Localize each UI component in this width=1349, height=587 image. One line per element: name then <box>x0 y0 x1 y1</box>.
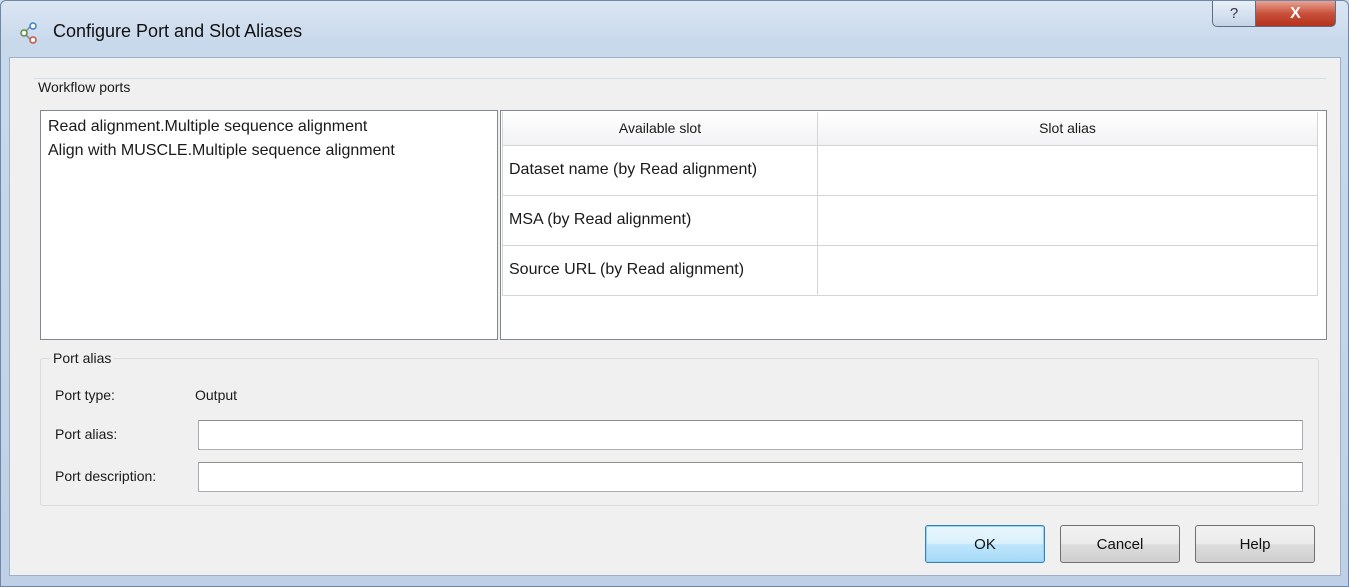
port-type-label: Port type: <box>55 387 115 403</box>
port-type-value: Output <box>195 387 238 403</box>
ok-button[interactable]: OK <box>925 525 1045 563</box>
close-icon: X <box>1290 4 1301 22</box>
port-alias-input[interactable] <box>198 420 1303 450</box>
slot-alias-cell[interactable] <box>817 144 1318 196</box>
cancel-button[interactable]: Cancel <box>1060 525 1180 563</box>
list-item[interactable]: Align with MUSCLE.Multiple sequence alig… <box>48 139 490 163</box>
close-button[interactable]: X <box>1255 1 1336 27</box>
help-button[interactable]: Help <box>1195 525 1315 563</box>
column-header-slot-alias[interactable]: Slot alias <box>817 112 1318 146</box>
list-item[interactable]: Read alignment.Multiple sequence alignme… <box>48 115 490 139</box>
table-header-row: Available slot Slot alias <box>502 112 1318 146</box>
table-row[interactable]: Source URL (by Read alignment) <box>502 244 1318 296</box>
port-alias-group-label: Port alias <box>50 350 115 366</box>
workflow-icon <box>20 22 37 44</box>
dialog-content: Workflow ports Read alignment.Multiple s… <box>9 57 1341 576</box>
title-bar[interactable]: Configure Port and Slot Aliases ? X <box>1 1 1348 57</box>
available-slot-cell: MSA (by Read alignment) <box>502 194 818 246</box>
slot-alias-table[interactable]: Available slot Slot alias Dataset name (… <box>500 110 1327 340</box>
workflow-ports-list[interactable]: Read alignment.Multiple sequence alignme… <box>40 110 498 340</box>
window-title: Configure Port and Slot Aliases <box>53 21 303 41</box>
table-row[interactable]: MSA (by Read alignment) <box>502 194 1318 246</box>
available-slot-cell: Source URL (by Read alignment) <box>502 244 818 296</box>
column-header-available-slot[interactable]: Available slot <box>502 112 818 146</box>
port-description-label: Port description: <box>55 468 157 484</box>
slot-alias-cell[interactable] <box>817 244 1318 296</box>
workflow-ports-group-label: Workflow ports <box>35 79 134 95</box>
table-row[interactable]: Dataset name (by Read alignment) <box>502 144 1318 196</box>
available-slot-cell: Dataset name (by Read alignment) <box>502 144 818 196</box>
workflow-ports-divider <box>34 78 1326 79</box>
port-description-input[interactable] <box>198 462 1303 492</box>
dialog-window: Configure Port and Slot Aliases ? X Work… <box>0 0 1349 587</box>
help-title-button[interactable]: ? <box>1212 1 1256 27</box>
slot-alias-cell[interactable] <box>817 194 1318 246</box>
port-alias-label: Port alias: <box>55 426 118 442</box>
question-icon: ? <box>1229 5 1239 22</box>
